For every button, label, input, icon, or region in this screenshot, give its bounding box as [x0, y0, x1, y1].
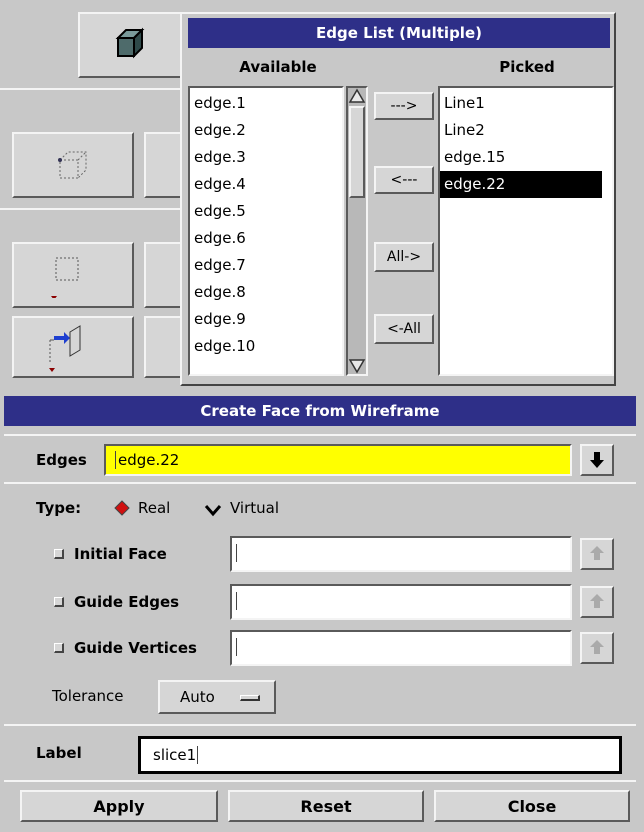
list-item[interactable]: edge.3 [194, 144, 338, 171]
close-button[interactable]: Close [434, 790, 630, 822]
face-sweep-icon [49, 325, 81, 372]
edge-list-title: Edge List (Multiple) [188, 18, 610, 48]
guide-edges-checkbox[interactable]: Guide Edges [54, 588, 179, 616]
face-icon [51, 257, 79, 298]
text-cursor [236, 638, 237, 656]
list-item[interactable]: edge.9 [194, 306, 338, 333]
text-cursor [236, 544, 237, 562]
add-button[interactable]: ---> [374, 92, 434, 120]
text-cursor [115, 451, 116, 469]
label-field[interactable]: slice1 [138, 736, 622, 774]
label-value: slice1 [153, 746, 197, 764]
toolbar-button-face-sweep[interactable] [12, 316, 134, 378]
edges-value: edge.22 [118, 451, 180, 469]
remove-button[interactable]: <--- [374, 166, 434, 194]
checkbox-icon[interactable] [54, 549, 64, 559]
checkbox-icon[interactable] [54, 597, 64, 607]
toolbar-button-wire-cube[interactable] [12, 132, 134, 198]
guide-vertices-checkbox[interactable]: Guide Vertices [54, 634, 197, 662]
edges-label: Edges [36, 451, 87, 469]
guide-edges-field[interactable] [230, 584, 572, 620]
initial-face-checkbox[interactable]: Initial Face [54, 540, 167, 568]
picked-header: Picked [499, 58, 555, 76]
guide-vertices-select-button[interactable] [580, 632, 614, 664]
create-face-title: Create Face from Wireframe [4, 396, 636, 426]
edges-field[interactable]: edge.22 [104, 444, 572, 476]
arrow-down-icon [590, 452, 604, 468]
guide-edges-label: Guide Edges [74, 593, 180, 611]
radio-selected-icon[interactable] [114, 500, 130, 516]
initial-face-label: Initial Face [74, 545, 167, 563]
list-item[interactable]: edge.2 [194, 117, 338, 144]
text-cursor [236, 592, 237, 610]
available-list[interactable]: edge.1 edge.2 edge.3 edge.4 edge.5 edge.… [188, 86, 344, 376]
arrow-up-icon [590, 594, 604, 608]
edges-dropdown-button[interactable] [580, 444, 614, 476]
apply-button[interactable]: Apply [20, 790, 218, 822]
list-item[interactable]: edge.8 [194, 279, 338, 306]
toolbar-button-face[interactable] [12, 242, 134, 308]
type-option-virtual[interactable]: Virtual [230, 496, 279, 520]
checkbox-icon[interactable] [54, 643, 64, 653]
list-item[interactable]: Line1 [444, 90, 608, 117]
remove-all-button[interactable]: <-All [374, 314, 434, 344]
label-label: Label [36, 744, 82, 762]
tolerance-label: Tolerance [52, 687, 124, 705]
initial-face-field[interactable] [230, 536, 572, 572]
list-item[interactable]: edge.6 [194, 225, 338, 252]
initial-face-select-button[interactable] [580, 538, 614, 570]
scroll-up-arrow-icon[interactable] [348, 88, 366, 104]
available-header: Available [239, 58, 317, 76]
option-menu-indicator-icon [240, 695, 260, 701]
list-item[interactable]: edge.10 [194, 333, 338, 360]
guide-edges-select-button[interactable] [580, 586, 614, 618]
list-item[interactable]: Line2 [444, 117, 608, 144]
scroll-down-arrow-icon[interactable] [348, 358, 366, 374]
add-all-button[interactable]: All-> [374, 242, 434, 272]
guide-vertices-field[interactable] [230, 630, 572, 666]
tolerance-value: Auto [180, 688, 215, 706]
available-scrollbar[interactable] [346, 86, 368, 376]
list-item-selected[interactable]: edge.22 [440, 171, 602, 198]
radio-unselected-icon[interactable] [204, 502, 222, 518]
arrow-up-icon [590, 640, 604, 654]
list-item[interactable]: edge.5 [194, 198, 338, 225]
reset-button[interactable]: Reset [228, 790, 424, 822]
guide-vertices-label: Guide Vertices [74, 639, 197, 657]
type-option-real[interactable]: Real [138, 496, 170, 520]
scroll-thumb[interactable] [349, 106, 365, 198]
list-item[interactable]: edge.1 [194, 90, 338, 117]
list-item[interactable]: edge.15 [444, 144, 608, 171]
cube-icon [115, 27, 145, 59]
list-item[interactable]: edge.7 [194, 252, 338, 279]
toolbar-button-volume[interactable] [78, 12, 184, 78]
edge-list-dialog: Edge List (Multiple) Available Picked ed… [180, 12, 616, 386]
toolbar-separator [0, 88, 190, 90]
tolerance-option-menu[interactable]: Auto [158, 680, 276, 714]
text-cursor [197, 746, 199, 764]
picked-list[interactable]: Line1 Line2 edge.15 edge.22 [438, 86, 614, 376]
type-label: Type: [36, 499, 82, 517]
wire-cube-icon [58, 151, 87, 179]
toolbar-separator [0, 208, 190, 210]
arrow-up-icon [590, 546, 604, 560]
list-item[interactable]: edge.4 [194, 171, 338, 198]
